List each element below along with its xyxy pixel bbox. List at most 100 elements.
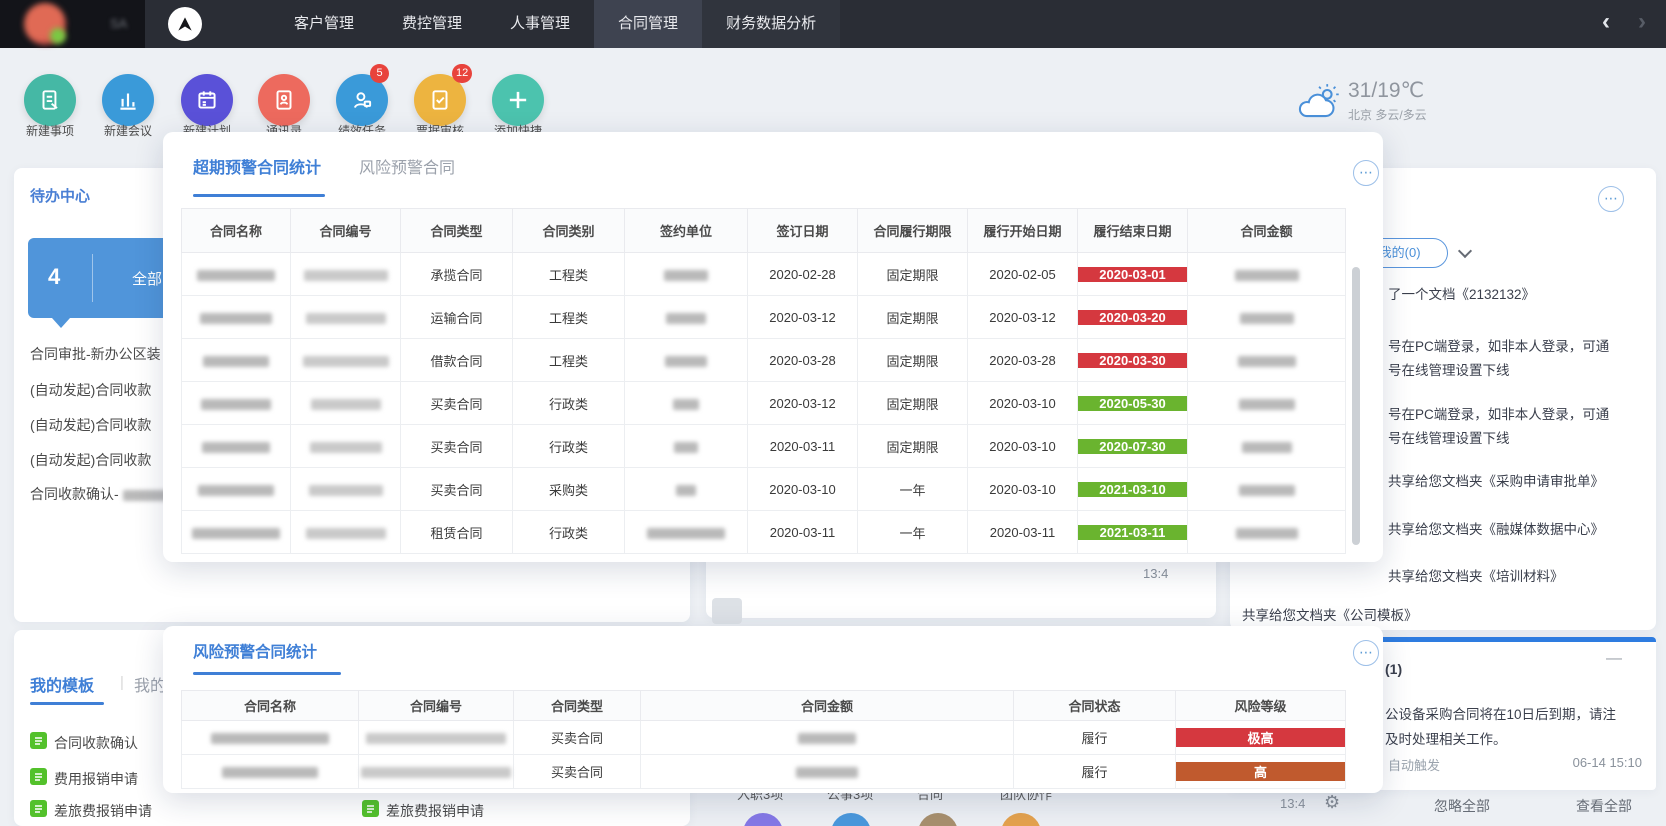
weather-icon — [1294, 82, 1340, 127]
cell-type: 借款合同 — [401, 339, 513, 382]
table-row: 买卖合同 履行 高 — [182, 755, 1346, 789]
forward-chevron-icon[interactable]: › — [1638, 8, 1646, 36]
nav-item-hr[interactable]: 人事管理 — [486, 0, 594, 48]
cell-start-date: 2020-03-11 — [968, 511, 1078, 554]
nav-item-customer[interactable]: 客户管理 — [270, 0, 378, 48]
col-header: 合同状态 — [1014, 691, 1176, 721]
quick-action-label: 新建会议 — [88, 122, 168, 139]
col-header: 风险等级 — [1176, 691, 1346, 721]
cell-category: 工程类 — [513, 296, 625, 339]
cell-code — [291, 425, 401, 468]
cell-sign-date: 2020-03-28 — [748, 339, 858, 382]
cell-status: 履行 — [1014, 721, 1176, 755]
cell-end-date: 2020-03-01 — [1078, 253, 1188, 296]
avatar[interactable] — [1001, 813, 1041, 826]
nav-item-finance[interactable]: 财务数据分析 — [702, 0, 840, 48]
col-header: 合同类型 — [514, 691, 641, 721]
cell-start-date: 2020-03-12 — [968, 296, 1078, 339]
more-options-icon[interactable]: ⋯ — [1353, 160, 1379, 186]
cell-end-date: 2021-03-10 — [1078, 468, 1188, 511]
table-header-row: 合同名称 合同编号 合同类型 合同金额 合同状态 风险等级 — [182, 691, 1346, 721]
logo-status-dot-icon — [50, 28, 66, 44]
cell-unit — [625, 425, 748, 468]
cell-amount — [641, 755, 1014, 789]
settings-gear-icon[interactable]: ⚙ — [1324, 792, 1340, 813]
ignore-all-button[interactable]: 忽略全部 — [1434, 796, 1490, 816]
notification-item[interactable]: 号在PC端登录，如非本人登录，可通 — [1388, 335, 1609, 355]
cell-name — [182, 253, 291, 296]
template-doc-icon — [30, 768, 47, 785]
cell-amount — [641, 721, 1014, 755]
cell-type: 买卖合同 — [401, 382, 513, 425]
contacts-icon[interactable] — [258, 74, 310, 126]
cell-category: 行政类 — [513, 382, 625, 425]
tab-risk-contracts[interactable]: 风险预警合同 — [359, 154, 455, 178]
view-all-button[interactable]: 查看全部 — [1576, 796, 1632, 816]
launcher-icon[interactable] — [168, 7, 202, 41]
cell-code — [291, 468, 401, 511]
notification-item[interactable]: 了一个文档《2132132》 — [1388, 283, 1535, 303]
notification-item[interactable]: 共享给您文档夹《公司模板》 — [1242, 604, 1418, 624]
todo-center-title: 待办中心 — [30, 185, 90, 206]
notification-item[interactable]: 号在线管理设置下线 — [1388, 427, 1510, 447]
cell-category: 行政类 — [513, 511, 625, 554]
cell-term: 固定期限 — [858, 382, 968, 425]
add-shortcut-icon[interactable] — [492, 74, 544, 126]
col-header: 合同金额 — [641, 691, 1014, 721]
cell-type: 租赁合同 — [401, 511, 513, 554]
cell-unit — [625, 468, 748, 511]
notification-item[interactable]: 共享给您文档夹《融媒体数据中心》 — [1388, 518, 1604, 538]
template-item[interactable]: 合同收款确认 — [54, 733, 138, 753]
back-chevron-icon[interactable]: ‹ — [1602, 8, 1610, 36]
notification-item[interactable]: 共享给您文档夹《采购申请审批单》 — [1388, 470, 1604, 490]
risk-panel-title: 风险预警合同统计 — [193, 640, 317, 662]
more-options-icon[interactable]: ⋯ — [1598, 186, 1624, 212]
template-item[interactable]: 费用报销申请 — [54, 769, 138, 789]
col-header: 合同名称 — [182, 691, 359, 721]
cell-amount — [1188, 382, 1346, 425]
cell-unit — [625, 339, 748, 382]
todo-filter-all: 全部 — [132, 268, 162, 289]
table-row: 承揽合同 工程类 2020-02-28 固定期限 2020-02-05 2020… — [182, 253, 1346, 296]
tab-underline — [193, 194, 325, 197]
col-header: 合同履行期限 — [858, 209, 968, 253]
tab-overdue-stats[interactable]: 超期预警合同统计 — [193, 154, 321, 178]
cell-name — [182, 468, 291, 511]
new-plan-icon[interactable] — [181, 74, 233, 126]
notification-item[interactable]: 共享给您文档夹《培训材料》 — [1388, 565, 1564, 585]
col-header: 签订日期 — [748, 209, 858, 253]
avatar[interactable] — [831, 813, 871, 826]
cell-code — [291, 339, 401, 382]
cell-start-date: 2020-03-28 — [968, 339, 1078, 382]
notification-item[interactable]: 号在线管理设置下线 — [1388, 359, 1510, 379]
new-meeting-icon[interactable] — [102, 74, 154, 126]
nav-item-contract[interactable]: 合同管理 — [594, 0, 702, 48]
more-options-icon[interactable]: ⋯ — [1353, 640, 1379, 666]
blurred-text — [123, 490, 169, 501]
cell-category: 行政类 — [513, 425, 625, 468]
tab-my-other[interactable]: 我的 — [134, 672, 166, 696]
chevron-down-icon[interactable] — [1458, 244, 1472, 258]
cell-type: 买卖合同 — [401, 425, 513, 468]
cell-amount — [1188, 468, 1346, 511]
tab-my-templates[interactable]: 我的模板 — [30, 672, 94, 696]
cell-start-date: 2020-03-10 — [968, 468, 1078, 511]
cell-sign-date: 2020-03-11 — [748, 511, 858, 554]
notification-item[interactable]: 号在PC端登录，如非本人登录，可通 — [1388, 403, 1609, 423]
template-item[interactable]: 差旅费报销申请 — [386, 801, 484, 821]
col-header: 合同类型 — [401, 209, 513, 253]
avatar[interactable] — [743, 813, 783, 826]
template-item[interactable]: 差旅费报销申请 — [54, 801, 152, 821]
cell-unit — [625, 296, 748, 339]
avatar[interactable] — [918, 813, 958, 826]
cell-risk-level: 极高 — [1176, 721, 1346, 755]
cell-code — [291, 382, 401, 425]
new-item-icon[interactable] — [24, 74, 76, 126]
todo-item-label: 合同收款确认- — [30, 486, 119, 502]
nav-item-expense[interactable]: 费控管理 — [378, 0, 486, 48]
cell-amount — [1188, 425, 1346, 468]
vertical-scrollbar[interactable] — [1352, 267, 1360, 545]
collapse-icon[interactable]: — — [1606, 650, 1622, 668]
table-row: 买卖合同 履行 极高 — [182, 721, 1346, 755]
template-doc-icon — [30, 800, 47, 817]
